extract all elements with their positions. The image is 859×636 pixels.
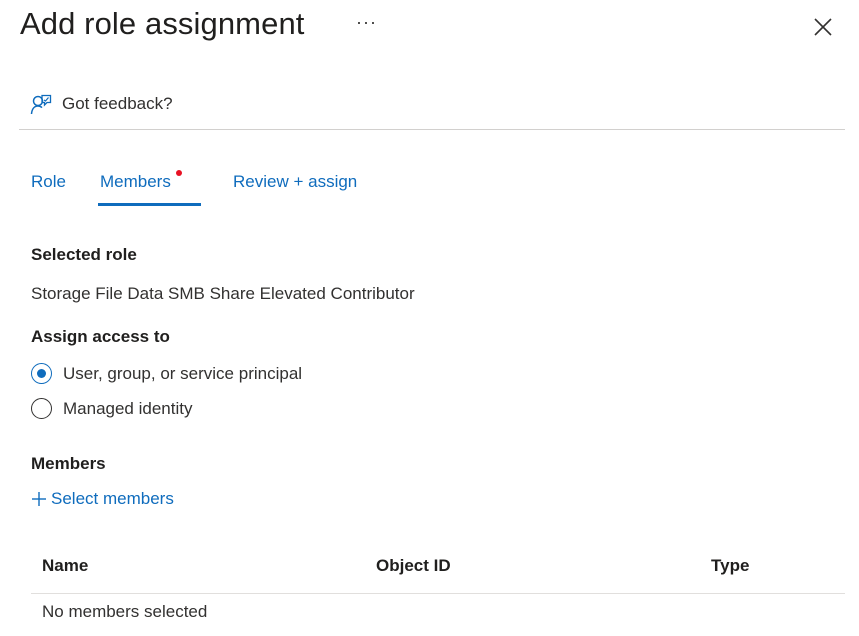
radio-user-group-service-principal[interactable]: User, group, or service principal — [31, 363, 302, 384]
column-header-type[interactable]: Type — [711, 556, 749, 576]
header-divider — [19, 129, 845, 130]
page-title: Add role assignment — [20, 6, 305, 41]
plus-icon — [32, 492, 46, 506]
tab-members-label: Members — [100, 172, 171, 191]
active-tab-underline — [98, 203, 201, 206]
select-members-label: Select members — [51, 489, 174, 508]
selected-role-value: Storage File Data SMB Share Elevated Con… — [31, 284, 415, 303]
column-header-object-id[interactable]: Object ID — [376, 556, 451, 576]
more-options-button[interactable]: ··· — [356, 12, 377, 33]
radio-managed-identity[interactable]: Managed identity — [31, 398, 192, 419]
feedback-button[interactable]: Got feedback? — [30, 93, 173, 115]
tab-members[interactable]: Members — [100, 170, 182, 192]
empty-table-message: No members selected — [42, 602, 208, 621]
feedback-label: Got feedback? — [62, 94, 173, 113]
close-icon[interactable] — [810, 14, 836, 40]
tab-role[interactable]: Role — [31, 172, 66, 192]
column-header-name[interactable]: Name — [42, 556, 88, 576]
required-indicator-dot — [175, 170, 182, 176]
radio-label: User, group, or service principal — [63, 363, 303, 383]
feedback-person-icon — [30, 94, 52, 115]
assign-access-heading: Assign access to — [31, 327, 170, 346]
radio-label: Managed identity — [63, 398, 193, 418]
tab-review-assign[interactable]: Review + assign — [233, 172, 357, 192]
radio-unchecked-icon[interactable] — [31, 398, 52, 419]
selected-role-heading: Selected role — [31, 245, 137, 264]
radio-checked-icon[interactable] — [31, 363, 52, 384]
table-header-divider — [31, 593, 845, 594]
members-heading: Members — [31, 454, 106, 473]
select-members-link[interactable]: Select members — [31, 489, 174, 509]
